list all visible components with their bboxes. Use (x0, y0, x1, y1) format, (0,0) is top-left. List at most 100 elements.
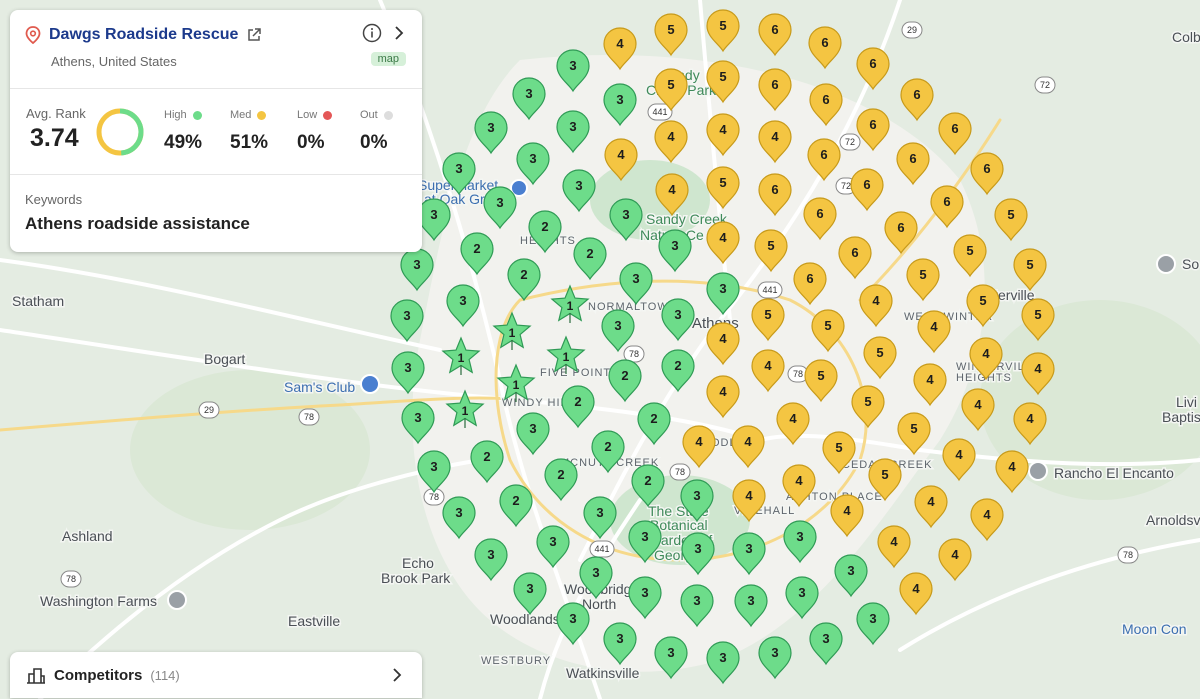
low-dot-icon (323, 110, 333, 120)
rank-number: 5 (979, 293, 986, 308)
rank-number: 3 (693, 488, 700, 503)
rank-number: 3 (496, 195, 503, 210)
rank-number: 3 (719, 281, 726, 296)
rank-number: 1 (458, 351, 465, 365)
avg-rank-value: 3.74 (30, 124, 79, 152)
rank-number: 5 (864, 394, 871, 409)
info-icon[interactable] (362, 23, 382, 43)
rank-number: 4 (667, 129, 675, 144)
rank-number: 3 (596, 505, 603, 520)
business-card: Dawgs Roadside Rescue Athens, United Sta… (10, 10, 422, 252)
location-pin-icon (25, 26, 41, 44)
stat-high-label: High (164, 109, 202, 121)
rank-donut-chart (96, 108, 144, 156)
rank-number: 4 (951, 547, 959, 562)
rank-number: 5 (835, 440, 842, 455)
rank-number: 4 (890, 534, 898, 549)
rank-number: 4 (872, 293, 880, 308)
svg-text:North: North (582, 596, 616, 612)
out-dot-icon (383, 110, 393, 120)
rank-number: 3 (771, 645, 778, 660)
chevron-right-icon[interactable] (388, 666, 406, 684)
stat-out-label: Out (360, 109, 393, 121)
rank-number: 4 (719, 230, 727, 245)
rank-number: 5 (824, 318, 831, 333)
rank-number: 3 (719, 650, 726, 665)
rank-number: 3 (869, 611, 876, 626)
rank-number: 2 (650, 411, 657, 426)
rank-number: 5 (764, 307, 771, 322)
stat-low-label: Low (297, 109, 333, 121)
svg-text:Rancho El Encanto: Rancho El Encanto (1054, 465, 1174, 481)
rank-number: 1 (509, 326, 516, 340)
rank-number: 5 (719, 18, 726, 33)
svg-text:Bogart: Bogart (204, 351, 245, 367)
rank-number: 3 (413, 257, 420, 272)
high-dot-icon (192, 110, 202, 120)
rank-number: 6 (851, 245, 858, 260)
svg-text:29: 29 (907, 25, 917, 35)
rank-number: 5 (1026, 257, 1033, 272)
svg-text:WESTBURY: WESTBURY (481, 655, 551, 667)
rank-number: 5 (966, 243, 973, 258)
svg-text:Ashland: Ashland (62, 528, 113, 544)
stat-low-value: 0% (297, 132, 325, 153)
rank-number: 6 (771, 182, 778, 197)
rank-number: 3 (414, 410, 421, 425)
rank-number: 5 (910, 421, 917, 436)
rank-number: 6 (951, 121, 958, 136)
svg-text:Statham: Statham (12, 293, 64, 309)
rank-number: 6 (943, 194, 950, 209)
competitors-button[interactable]: Competitors (114) (10, 652, 422, 698)
rank-number: 6 (863, 177, 870, 192)
rank-number: 3 (616, 631, 623, 646)
svg-text:78: 78 (304, 412, 314, 422)
rank-number: 5 (919, 267, 926, 282)
svg-text:Woodlands: Woodlands (490, 611, 560, 627)
rank-number: 3 (798, 585, 805, 600)
rank-number: 2 (586, 246, 593, 261)
rank-number: 3 (549, 534, 556, 549)
rank-number: 4 (719, 122, 727, 137)
rank-number: 3 (616, 92, 623, 107)
keywords-label: Keywords (25, 192, 83, 207)
rank-number: 5 (881, 467, 888, 482)
rank-number: 3 (529, 421, 536, 436)
chevron-right-icon[interactable] (390, 24, 408, 42)
svg-text:78: 78 (793, 369, 803, 379)
rank-number: 1 (513, 378, 520, 392)
rank-number: 1 (567, 299, 574, 313)
rank-number: 4 (1008, 459, 1016, 474)
svg-text:78: 78 (629, 349, 639, 359)
rank-number: 3 (632, 271, 639, 286)
rank-number: 4 (983, 507, 991, 522)
business-location: Athens, United States (51, 54, 177, 69)
rank-number: 3 (403, 308, 410, 323)
rank-number: 3 (430, 459, 437, 474)
rank-number: 4 (1034, 361, 1042, 376)
rank-number: 3 (641, 585, 648, 600)
svg-text:78: 78 (675, 467, 685, 477)
rank-number: 6 (983, 161, 990, 176)
svg-text:Washington Farms: Washington Farms (40, 593, 157, 609)
rank-number: 4 (695, 434, 703, 449)
svg-text:FIVE POINTS: FIVE POINTS (540, 367, 619, 379)
rank-number: 4 (912, 581, 920, 596)
external-link-icon[interactable] (246, 27, 262, 43)
business-name[interactable]: Dawgs Roadside Rescue (49, 26, 238, 44)
svg-text:72: 72 (1040, 80, 1050, 90)
svg-text:Echo: Echo (402, 555, 434, 571)
svg-text:441: 441 (652, 107, 667, 117)
rank-number: 5 (719, 175, 726, 190)
rank-number: 4 (930, 319, 938, 334)
rank-number: 6 (806, 271, 813, 286)
rank-number: 5 (1034, 307, 1041, 322)
avg-rank-label: Avg. Rank (26, 106, 86, 121)
rank-number: 1 (462, 404, 469, 418)
rank-number: 3 (459, 293, 466, 308)
rank-number: 4 (982, 346, 990, 361)
svg-text:78: 78 (429, 492, 439, 502)
stat-med-value: 51% (230, 132, 269, 153)
rank-number: 2 (473, 241, 480, 256)
rank-number: 3 (487, 547, 494, 562)
